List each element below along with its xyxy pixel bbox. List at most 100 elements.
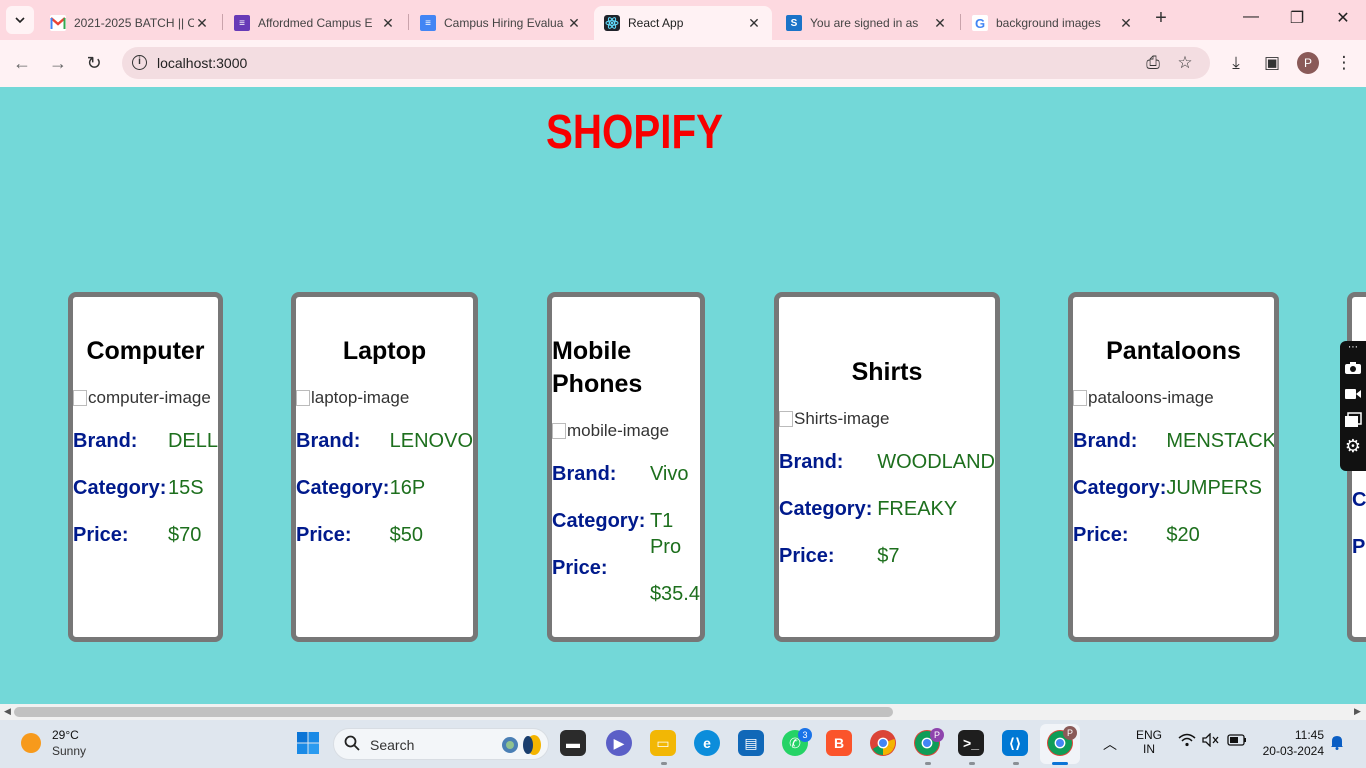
product-card: Laptop laptop-image Brand: LENOVO Categor…: [291, 292, 478, 642]
product-details: Brand: Vivo Category: T1 Pro Price: $35.4: [552, 461, 700, 628]
store-icon[interactable]: ▤: [738, 730, 764, 756]
close-icon[interactable]: ✕: [746, 15, 762, 32]
info-icon[interactable]: i: [132, 55, 147, 70]
speaker-muted-icon[interactable]: [1202, 732, 1220, 750]
price-value: $7: [877, 545, 900, 567]
weather-sun-icon[interactable]: [21, 733, 41, 753]
category-value: T1 Pro: [649, 510, 682, 558]
chrome-icon[interactable]: [870, 730, 896, 756]
task-view-icon[interactable]: ▬: [560, 730, 586, 756]
google-icon: G: [972, 15, 988, 31]
product-card: Computer computer-image Brand: DELL Categ…: [68, 292, 223, 642]
restore-button[interactable]: ❐: [1286, 8, 1308, 28]
windows-start-icon[interactable]: [295, 730, 321, 756]
tab-title: background images: [996, 16, 1101, 30]
terminal-icon[interactable]: >_: [958, 730, 984, 756]
scroll-left-arrow[interactable]: ◀: [4, 706, 11, 717]
language-indicator[interactable]: ENG IN: [1136, 728, 1162, 756]
window-icon[interactable]: [1340, 407, 1366, 433]
tab-react-app[interactable]: React App ✕: [594, 6, 772, 40]
teams-icon[interactable]: ▶: [606, 730, 632, 756]
horizontal-scrollbar[interactable]: ◀ ▶: [0, 704, 1366, 720]
tab-search-button[interactable]: [6, 6, 34, 34]
weather-condition[interactable]: Sunny: [52, 744, 86, 758]
chevron-up-icon[interactable]: ︿: [1103, 734, 1117, 754]
tab-signed-in[interactable]: S You are signed in as ✕: [776, 6, 958, 40]
category-value: FREAKY: [877, 498, 958, 520]
product-image: mobile-image: [552, 421, 700, 441]
profile-badge: P: [1063, 726, 1077, 740]
product-name: Laptop: [342, 337, 427, 365]
category-label: Category:: [73, 477, 167, 499]
reload-button[interactable]: ↻: [81, 50, 107, 76]
edge-icon[interactable]: e: [694, 730, 720, 756]
docs-icon: ≡: [420, 15, 436, 31]
more-icon[interactable]: ⋯: [1340, 341, 1366, 355]
notification-bell-icon[interactable]: [1330, 734, 1344, 753]
video-icon[interactable]: [1340, 381, 1366, 407]
category-label: Category:: [296, 477, 390, 499]
new-tab-button[interactable]: +: [1150, 8, 1172, 30]
product-image: pataloons-image: [1073, 388, 1274, 408]
scroll-right-arrow[interactable]: ▶: [1354, 706, 1361, 717]
profile-badge: P: [930, 728, 944, 742]
arrow-right-icon: →: [49, 53, 67, 73]
minimize-button[interactable]: —: [1240, 8, 1262, 26]
category-value: 16P: [389, 477, 426, 499]
broken-image-icon: [1073, 390, 1087, 406]
close-icon[interactable]: ✕: [566, 15, 582, 32]
s-icon: S: [786, 15, 802, 31]
install-app-icon[interactable]: ⎙: [1142, 52, 1164, 74]
brave-icon[interactable]: B: [826, 730, 852, 756]
react-icon: [604, 15, 620, 31]
price-value: $35.4: [649, 583, 700, 605]
forms-icon: ≡: [234, 15, 250, 31]
broken-image-icon: [552, 423, 566, 439]
clock-time: 11:45: [1294, 728, 1324, 742]
close-window-button[interactable]: ✕: [1332, 8, 1354, 28]
clock[interactable]: 11:45 20-03-2024: [1260, 728, 1324, 758]
product-details: Brand: MENSTACK Category: JUMPERS Price: $2…: [1073, 428, 1274, 569]
close-icon[interactable]: ✕: [380, 15, 396, 32]
taskbar-search[interactable]: Search: [333, 728, 549, 760]
product-name: Shirts: [851, 358, 923, 386]
floating-capture-toolbar: ⋯ ⚙: [1340, 341, 1366, 471]
vscode-icon[interactable]: ⟨⟩: [1002, 730, 1028, 756]
menu-kebab-icon[interactable]: ⋮: [1333, 52, 1355, 74]
category-value: 15S: [167, 477, 204, 499]
settings-gear-icon[interactable]: ⚙: [1340, 433, 1366, 459]
back-button[interactable]: ←: [9, 50, 35, 76]
tab-separator: [960, 14, 961, 30]
tab-gmail[interactable]: 2021-2025 BATCH || C ✕: [40, 6, 220, 40]
scrollbar-thumb[interactable]: [14, 707, 893, 717]
close-icon[interactable]: ✕: [1118, 15, 1134, 32]
forward-button[interactable]: →: [45, 50, 71, 76]
price-label: Pr: [1352, 536, 1366, 558]
download-icon[interactable]: ⤓: [1225, 52, 1247, 74]
price-value: $70: [167, 524, 202, 546]
brand-label: Brand:: [1073, 430, 1138, 452]
category-label: Ca: [1352, 489, 1366, 511]
arrow-left-icon: ←: [13, 53, 31, 73]
profile-avatar[interactable]: P: [1297, 52, 1319, 74]
product-card: Pantaloons pataloons-image Brand: MENSTAC…: [1068, 292, 1279, 642]
tab-background-images[interactable]: G background images ✕: [962, 6, 1144, 40]
price-value: $50: [389, 524, 424, 546]
tab-campus-hiring[interactable]: ≡ Campus Hiring Evalua ✕: [410, 6, 592, 40]
language-line2: IN: [1143, 742, 1155, 756]
tab-affordmed[interactable]: ≡ Affordmed Campus E ✕: [224, 6, 406, 40]
address-bar[interactable]: i localhost:3000 ⎙ ☆: [122, 47, 1210, 79]
tab-title: Campus Hiring Evalua: [444, 16, 564, 30]
close-icon[interactable]: ✕: [194, 15, 210, 32]
brand-value: LENOVO: [389, 430, 473, 452]
camera-icon[interactable]: [1340, 355, 1366, 381]
close-icon[interactable]: ✕: [932, 15, 948, 32]
weather-temperature[interactable]: 29°C: [52, 728, 79, 742]
url-text[interactable]: localhost:3000: [157, 55, 247, 71]
price-label: Price:: [296, 524, 352, 546]
battery-icon[interactable]: [1227, 734, 1247, 749]
wifi-icon[interactable]: [1178, 733, 1196, 751]
file-explorer-icon[interactable]: ▭: [650, 730, 676, 756]
bookmark-star-icon[interactable]: ☆: [1174, 52, 1196, 74]
side-panel-icon[interactable]: ▣: [1261, 52, 1283, 74]
